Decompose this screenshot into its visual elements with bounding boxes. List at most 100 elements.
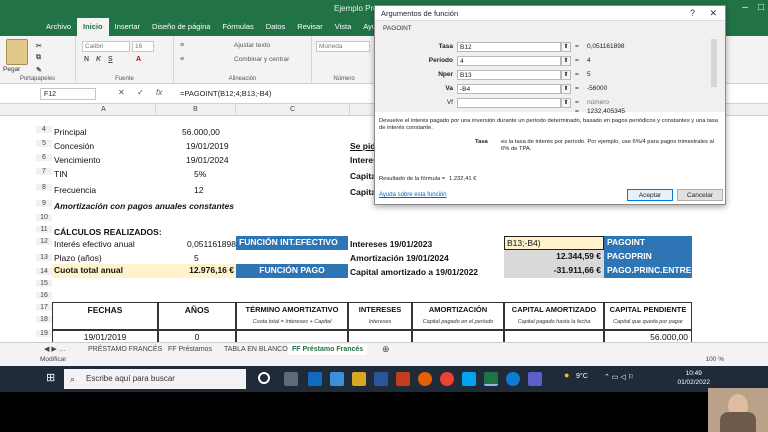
tab-datos[interactable]: Datos <box>260 18 292 36</box>
cell-b4[interactable]: 56.000,00 <box>182 126 220 139</box>
cell-b7[interactable]: 5% <box>194 168 206 181</box>
cell-c14[interactable]: FUNCIÓN PAGO <box>236 264 348 278</box>
row-header[interactable]: 9 <box>36 200 52 207</box>
tab-inicio[interactable]: Inicio <box>77 18 109 36</box>
cell-c12[interactable]: FUNCIÓN INT.EFECTIVO <box>236 236 348 250</box>
word-icon[interactable] <box>374 372 388 386</box>
cell-a8[interactable]: Frecuencia <box>54 184 96 197</box>
formula-input[interactable]: =PAGOINT(B12;4;B13;-B4) <box>180 89 271 98</box>
help-link[interactable]: Ayuda sobre esta función <box>379 192 447 198</box>
cell-b6[interactable]: 19/01/2024 <box>186 154 229 167</box>
tab-insertar[interactable]: Insertar <box>109 18 146 36</box>
enter-icon[interactable]: ✓ <box>137 88 144 97</box>
cell-d7[interactable]: Capita <box>350 170 376 183</box>
cancel-icon[interactable]: ✕ <box>118 88 125 97</box>
tab-revisar[interactable]: Revisar <box>291 18 328 36</box>
arg-field-vf[interactable] <box>457 98 561 108</box>
arg-field-va[interactable]: -B4 <box>457 84 561 94</box>
format-painter-icon[interactable]: ✎ <box>36 66 42 74</box>
tray-icons[interactable]: ⌃ ▭ ◁ ⚐ <box>604 373 634 381</box>
cell-f14[interactable]: PAGO.PRINC.ENTRE <box>604 264 692 278</box>
cell-b5[interactable]: 19/01/2019 <box>186 140 229 153</box>
minimize-icon[interactable]: – <box>742 2 748 13</box>
paste-icon[interactable] <box>6 39 28 65</box>
cell-a9[interactable]: Amortización con pagos anuales constante… <box>54 200 234 213</box>
row-header[interactable]: 4 <box>36 126 52 133</box>
align-top-icon[interactable]: ≡ <box>180 42 184 49</box>
file-explorer-icon[interactable] <box>352 372 366 386</box>
tab-diseno[interactable]: Diseño de página <box>146 18 216 36</box>
cell-e13[interactable]: 12.344,59 € <box>504 250 604 264</box>
row-header[interactable]: 19 <box>36 330 52 337</box>
arg-field-tasa[interactable]: B12 <box>457 42 561 52</box>
name-box[interactable]: F12 <box>40 88 96 100</box>
chrome-icon[interactable] <box>440 372 454 386</box>
outlook-icon[interactable] <box>308 372 322 386</box>
teams-icon[interactable] <box>528 372 542 386</box>
arg-field-nper[interactable]: B13 <box>457 70 561 80</box>
windows-start-icon[interactable]: ⊞ <box>46 371 55 384</box>
row-header[interactable]: 7 <box>36 168 52 175</box>
cell-f13[interactable]: PAGOPRIN <box>604 250 692 264</box>
cell-d8[interactable]: Capita <box>350 186 376 199</box>
add-sheet-icon[interactable]: ⊕ <box>378 344 394 354</box>
tab-vista[interactable]: Vista <box>329 18 358 36</box>
sheet-tab[interactable]: TABLA EN BLANCO <box>220 344 292 355</box>
wrap-text-button[interactable]: Ajustar texto <box>234 42 270 49</box>
ok-button[interactable]: Aceptar <box>627 189 673 201</box>
row-header[interactable]: 18 <box>36 316 52 323</box>
skype-icon[interactable] <box>462 372 476 386</box>
cell-e19[interactable] <box>412 330 504 342</box>
firefox-icon[interactable] <box>418 372 432 386</box>
task-view-icon[interactable] <box>258 372 270 384</box>
powerpoint-icon[interactable] <box>396 372 410 386</box>
collapse-dialog-icon[interactable]: ⬆ <box>561 84 571 94</box>
cut-icon[interactable]: ✂ <box>36 42 42 50</box>
cell-f19[interactable] <box>504 330 604 342</box>
collapse-dialog-icon[interactable]: ⬆ <box>561 98 571 108</box>
cell-e14[interactable]: -31.911,66 € <box>504 264 604 278</box>
header-anos[interactable]: AÑOS <box>158 302 236 330</box>
paste-button[interactable]: Pegar <box>3 66 20 73</box>
row-header[interactable]: 16 <box>36 292 52 299</box>
sheet-nav-icon[interactable]: ◀ ▶ … <box>40 344 70 355</box>
row-header[interactable]: 13 <box>36 254 52 261</box>
font-color-icon[interactable]: A <box>136 56 141 63</box>
cell-b14[interactable]: 12.976,16 € <box>158 264 236 278</box>
row-header[interactable]: 15 <box>36 280 52 287</box>
cell-a19[interactable]: 19/01/2019 <box>52 330 158 342</box>
cell-a6[interactable]: Vencimiento <box>54 154 100 167</box>
zoom-level[interactable]: 100 % <box>706 356 724 363</box>
font-size-select[interactable]: 16 <box>132 41 154 52</box>
cell-d13[interactable]: Amortización 19/01/2024 <box>350 252 449 265</box>
row-header[interactable]: 5 <box>36 140 52 147</box>
copy-icon[interactable]: ⧉ <box>36 54 41 62</box>
excel-icon[interactable] <box>484 372 498 386</box>
cell-b19[interactable]: 0 <box>158 330 236 342</box>
collapse-dialog-icon[interactable]: ⬆ <box>561 42 571 52</box>
cell-a14[interactable]: Cuota total anual <box>52 264 158 278</box>
temperature[interactable]: 9°C <box>576 373 588 380</box>
sheet-tab[interactable]: PRÉSTAMO FRANCÉS <box>84 344 166 355</box>
cancel-button[interactable]: Cancelar <box>677 189 723 201</box>
cell-d5[interactable]: Se pid <box>350 140 376 153</box>
mail-icon[interactable] <box>330 372 344 386</box>
edge-icon[interactable] <box>506 372 520 386</box>
cell-a5[interactable]: Concesión <box>54 140 94 153</box>
clock[interactable]: 10:49 01/02/2022 <box>677 369 710 387</box>
row-header[interactable]: 10 <box>36 214 52 221</box>
column-header[interactable]: B <box>156 104 236 116</box>
merge-center-button[interactable]: Combinar y centrar <box>234 56 289 63</box>
widgets-icon[interactable] <box>284 372 298 386</box>
cell-d14[interactable]: Capital amortizado a 19/01/2022 <box>350 266 478 279</box>
tab-formulas[interactable]: Fórmulas <box>216 18 259 36</box>
row-header[interactable]: 11 <box>36 226 52 233</box>
row-header[interactable]: 14 <box>36 268 52 275</box>
cell-e12-editing[interactable]: B13;-B4) <box>504 236 604 250</box>
cell-c19[interactable] <box>236 330 348 342</box>
taskbar-search[interactable]: ⌕ Escribe aquí para buscar <box>64 369 246 389</box>
underline-button[interactable]: S <box>108 56 113 63</box>
fx-icon[interactable]: fx <box>156 88 162 97</box>
row-header[interactable]: 17 <box>36 304 52 311</box>
number-format-select[interactable]: Moneda <box>316 41 370 52</box>
